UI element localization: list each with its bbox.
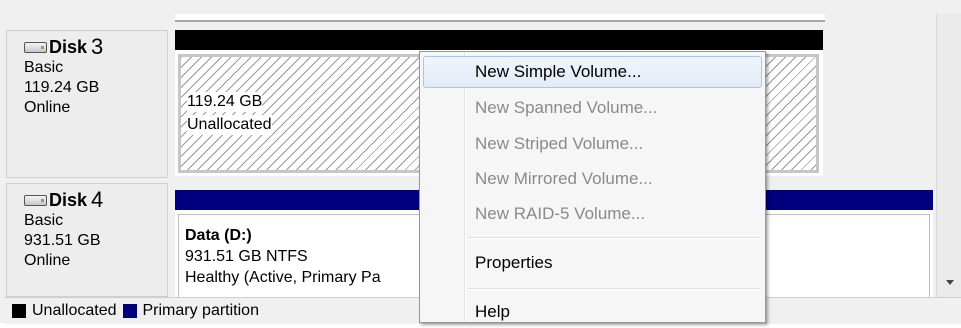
disk-status: Online [24,99,71,116]
hard-disk-icon [24,195,47,206]
disk-3-title: Disk 3 [24,36,167,58]
disk-type: Basic [24,212,64,229]
disk-name: Disk [49,37,88,57]
unallocated-label: Unallocated [187,115,272,135]
hard-disk-icon [24,42,47,53]
disk-type: Basic [24,59,64,76]
menu-separator [468,288,760,290]
menu-separator [468,237,760,239]
disk-size: 119.24 GB [24,79,100,96]
primary-partition-swatch [122,304,137,318]
menu-item-new-mirrored-volume[interactable]: New Mirrored Volume... [423,163,762,195]
context-menu: New Simple Volume... New Spanned Volume.… [419,51,766,323]
scroll-down-arrow-icon[interactable] [946,280,954,285]
disk-4-label[interactable]: Disk 4 Basic 931.51 GB Online [6,183,168,297]
disk-4-title: Disk 4 [24,189,167,211]
volume-health: Healthy (Active, Primary Pa [185,268,381,288]
unallocated-swatch [12,304,26,318]
menu-item-new-spanned-volume[interactable]: New Spanned Volume... [423,92,762,124]
vertical-scrollbar[interactable] [936,14,961,297]
disk-3-label[interactable]: Disk 3 Basic 119.24 GB Online [6,30,168,178]
menu-item-new-striped-volume[interactable]: New Striped Volume... [423,128,762,160]
unallocated-size: 119.24 GB [187,92,263,112]
disk-number: 4 [91,187,104,212]
disk-size: 931.51 GB [24,232,101,249]
legend-unallocated: Unallocated [32,302,117,319]
menu-item-properties[interactable]: Properties [423,247,762,279]
volume-label: Data (D:) [185,226,252,246]
unallocated-bar [175,30,823,50]
disk-name: Disk [49,190,88,210]
menu-item-new-raid5-volume[interactable]: New RAID-5 Volume... [423,198,762,230]
disk-status: Online [24,252,71,269]
menu-item-new-simple-volume[interactable]: New Simple Volume... [423,56,762,88]
disk-management-view: Disk 3 Basic 119.24 GB Online 119.24 GB … [0,0,961,324]
disk-number: 3 [91,34,104,59]
legend-primary-partition: Primary partition [142,302,259,319]
menu-item-help[interactable]: Help [423,296,762,328]
volume-size-fs: 931.51 GB NTFS [185,247,308,267]
previous-disk-area-edge [175,14,825,22]
